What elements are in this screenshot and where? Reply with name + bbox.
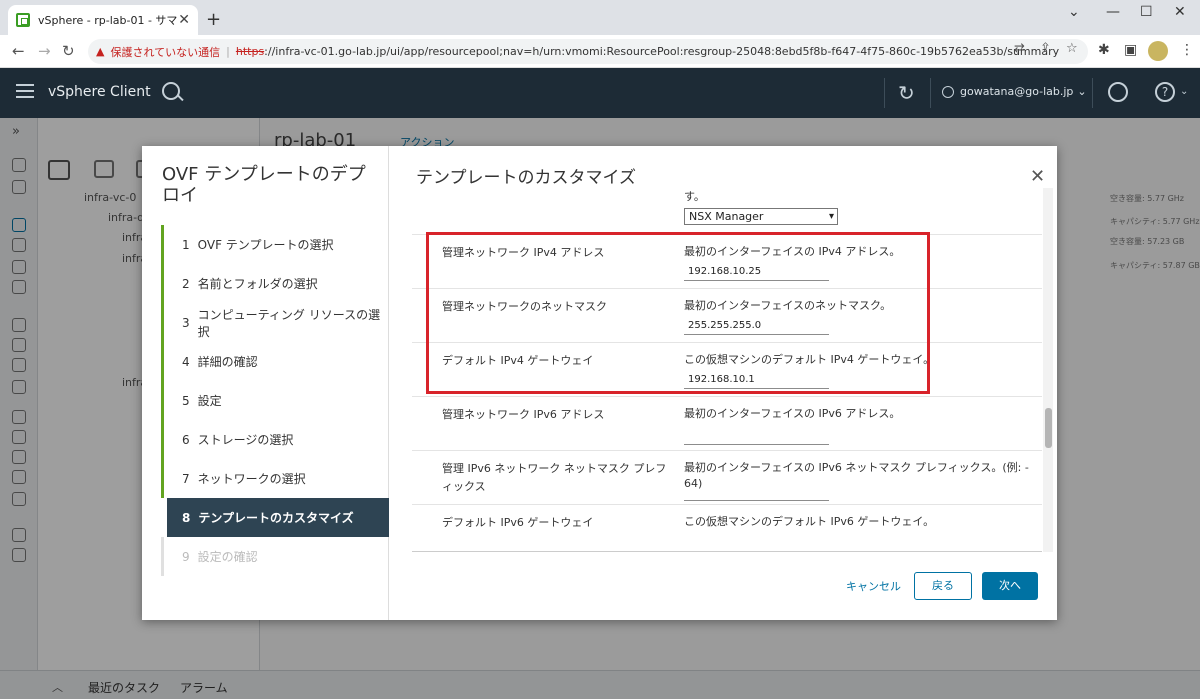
profile-avatar[interactable] — [1148, 41, 1168, 61]
wizard-step-9: 9 設定の確認 — [161, 537, 389, 576]
tab-title: vSphere - rp-lab-01 - サマリ — [38, 14, 179, 27]
step-label: ストレージの選択 — [197, 433, 294, 447]
user-menu[interactable]: gowatana@go-lab.jp ⌄ — [942, 85, 1087, 98]
step-number: 4 — [182, 354, 190, 369]
tab-close-icon[interactable]: ✕ — [178, 12, 190, 28]
step-label: テンプレートのカスタマイズ — [198, 511, 354, 525]
separator: | — [226, 45, 230, 58]
step-number: 2 — [182, 276, 190, 291]
chevron-down-icon[interactable]: ⌄ — [1180, 86, 1188, 97]
step-label: OVF テンプレートの選択 — [197, 238, 334, 252]
step-label: 設定 — [197, 394, 222, 408]
step-number: 3 — [182, 315, 190, 330]
feedback-smiley-icon[interactable] — [1108, 82, 1128, 102]
vsphere-header: vSphere Client ↻ gowatana@go-lab.jp ⌄ ? … — [0, 68, 1200, 118]
wizard-step-3[interactable]: 3 コンピューティング リソースの選択 — [161, 303, 389, 342]
back-button[interactable]: 戻る — [914, 572, 972, 600]
wizard-step-2[interactable]: 2 名前とフォルダの選択 — [161, 264, 389, 303]
wizard-title: OVF テンプレートのデプロイ — [162, 164, 366, 206]
warning-icon: ▲ — [96, 45, 105, 58]
wizard-step-4[interactable]: 4 詳細の確認 — [161, 342, 389, 381]
property-name: 管理ネットワーク IPv6 アドレス — [442, 408, 605, 421]
back-arrow-icon[interactable]: ← — [12, 42, 25, 60]
step-label: 名前とフォルダの選択 — [197, 277, 318, 291]
step-number: 1 — [182, 237, 190, 252]
property-name: デフォルト IPv6 ゲートウェイ — [442, 516, 594, 529]
header-divider — [930, 78, 931, 108]
hamburger-menu-icon[interactable] — [16, 84, 34, 102]
panel-title: テンプレートのカスタマイズ — [416, 168, 636, 188]
step-number: 5 — [182, 393, 190, 408]
refresh-icon[interactable]: ↻ — [898, 81, 915, 105]
header-divider — [884, 78, 885, 108]
property-row-ipv6-gateway: デフォルト IPv6 ゲートウェイ この仮想マシンのデフォルト IPv6 ゲート… — [412, 504, 1042, 551]
step-number: 7 — [182, 471, 190, 486]
maximize-icon[interactable]: ☐ — [1140, 4, 1153, 20]
property-desc: 最初のインターフェイスの IPv6 アドレス。 — [684, 407, 901, 420]
vsphere-favicon-icon — [16, 13, 30, 27]
close-icon[interactable]: ✕ — [1030, 166, 1045, 187]
wizard-steps: 1 OVF テンプレートの選択 2 名前とフォルダの選択 3 コンピューティング リソ… — [161, 225, 389, 576]
help-icon[interactable]: ? — [1155, 82, 1175, 102]
step-label: ネットワークの選択 — [197, 472, 306, 486]
sidepanel-icon[interactable]: ▣ — [1124, 42, 1137, 58]
ipv6-gateway-input[interactable] — [684, 535, 829, 551]
property-desc-tail: す。 — [684, 190, 705, 203]
browser-tab[interactable]: vSphere - rp-lab-01 - サマリ ✕ — [8, 5, 198, 35]
tab-search-icon[interactable]: ⌄ — [1068, 4, 1080, 20]
menu-kebab-icon[interactable]: ⋮ — [1180, 42, 1194, 58]
minimize-icon[interactable]: — — [1106, 4, 1120, 20]
reload-icon[interactable]: ↻ — [62, 42, 75, 60]
step-number: 9 — [182, 549, 190, 564]
wizard-step-1[interactable]: 1 OVF テンプレートの選択 — [161, 225, 389, 264]
wizard-step-6[interactable]: 6 ストレージの選択 — [161, 420, 389, 459]
step-number: 6 — [182, 432, 190, 447]
user-name: gowatana@go-lab.jp — [960, 85, 1074, 98]
user-icon — [942, 85, 954, 98]
highlight-annotation — [426, 232, 930, 394]
url-text: ://infra-vc-01.go-lab.jp/ui/app/resource… — [264, 45, 1060, 58]
url-scheme: https — [235, 45, 265, 58]
scrollbar-thumb[interactable] — [1045, 408, 1052, 448]
step-label: コンピューティング リソースの選択 — [197, 307, 381, 339]
browser-tab-bar: vSphere - rp-lab-01 - サマリ ✕ + ⌄ — ☐ ✕ — [0, 0, 1200, 35]
url-input[interactable]: ▲ 保護されていない通信 | https://infra-vc-01.go-la… — [88, 39, 1088, 64]
scrollbar-track[interactable] — [1043, 188, 1053, 552]
header-divider — [1092, 78, 1093, 108]
wizard-steps-panel: OVF テンプレートのデプロイ 1 OVF テンプレートの選択 2 名前とフォルダの… — [142, 146, 389, 620]
extensions-icon[interactable]: ✱ — [1098, 42, 1110, 58]
role-select-value: NSX Manager — [689, 210, 764, 223]
role-select[interactable]: NSX Manager ▾ — [684, 208, 838, 225]
translate-icon[interactable]: ⇄ — [1014, 41, 1025, 56]
chevron-down-icon: ▾ — [828, 211, 834, 222]
wizard-step-5[interactable]: 5 設定 — [161, 381, 389, 420]
app-title: vSphere Client — [48, 84, 151, 100]
step-label: 設定の確認 — [197, 550, 258, 564]
insecure-label[interactable]: 保護されていない通信 — [110, 44, 220, 60]
cancel-button[interactable]: キャンセル — [846, 578, 901, 594]
bookmark-star-icon[interactable]: ☆ — [1066, 41, 1078, 56]
step-label: 詳細の確認 — [197, 355, 258, 369]
search-icon[interactable] — [162, 82, 180, 100]
address-bar: ← → ↻ ▲ 保護されていない通信 | https://infra-vc-01… — [0, 35, 1200, 68]
ipv6-address-input[interactable] — [684, 427, 829, 445]
ipv6-prefix-input[interactable] — [684, 483, 829, 501]
property-row-ipv6-address: 管理ネットワーク IPv6 アドレス 最初のインターフェイスの IPv6 アドレ… — [412, 396, 1042, 450]
window-close-icon[interactable]: ✕ — [1174, 4, 1186, 20]
forward-arrow-icon[interactable]: → — [38, 42, 51, 60]
wizard-step-7[interactable]: 7 ネットワークの選択 — [161, 459, 389, 498]
property-row-ipv6-prefix: 管理 IPv6 ネットワーク ネットマスク プレフィックス 最初のインターフェイ… — [412, 450, 1042, 504]
property-desc: この仮想マシンのデフォルト IPv6 ゲートウェイ。 — [684, 515, 935, 528]
share-icon[interactable]: ⇪ — [1040, 41, 1051, 56]
property-name: 管理 IPv6 ネットワーク ネットマスク プレフィックス — [442, 462, 667, 493]
next-button[interactable]: 次へ — [982, 572, 1038, 600]
new-tab-button[interactable]: + — [206, 9, 221, 30]
wizard-step-8[interactable]: 8 テンプレートのカスタマイズ — [167, 498, 389, 537]
chevron-down-icon: ⌄ — [1077, 85, 1087, 98]
step-number: 8 — [182, 510, 191, 525]
